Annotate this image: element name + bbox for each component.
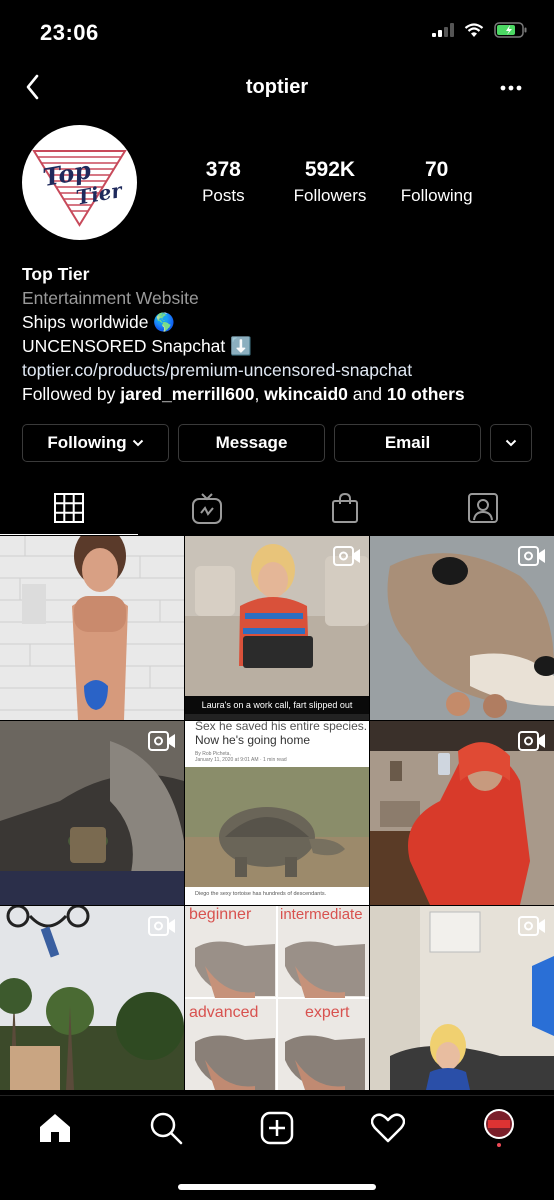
shop-icon: [332, 492, 358, 523]
bio-line-snapchat: UNCENSORED Snapchat ⬇️: [22, 336, 252, 356]
signal-icon: [432, 23, 454, 37]
nav-search[interactable]: [146, 1108, 186, 1148]
post-article-head: Sex he saved his entire species.: [195, 721, 368, 733]
post-thumbnail[interactable]: [370, 721, 554, 905]
post-thumbnail[interactable]: Laura's on a work call, fart slipped out: [185, 536, 369, 720]
stat-following[interactable]: 70 Following: [387, 158, 487, 206]
top-nav: toptier: [0, 64, 554, 114]
nav-activity[interactable]: [368, 1108, 408, 1148]
post-thumbnail[interactable]: [370, 906, 554, 1090]
followed-by-sep: ,: [254, 384, 265, 404]
stat-posts[interactable]: 378 Posts: [173, 158, 273, 206]
stat-posts-count: 378: [205, 158, 241, 181]
tab-shop[interactable]: [276, 480, 414, 536]
message-button[interactable]: Message: [178, 424, 325, 462]
stat-followers-count: 592K: [304, 158, 356, 181]
followed-by-user-1: jared_merrill600: [120, 384, 255, 404]
tab-igtv[interactable]: [138, 480, 276, 536]
stat-followers-label: Followers: [293, 186, 367, 205]
bio-link[interactable]: toptier.co/products/premium-uncensored-s…: [22, 358, 542, 382]
status-icons: [432, 22, 528, 38]
more-options-icon[interactable]: [498, 78, 524, 98]
bio-line-shipping: Ships worldwide 🌎: [22, 312, 176, 332]
status-bar: 23:06: [0, 0, 554, 64]
stat-following-label: Following: [400, 186, 473, 205]
followed-by-prefix: Followed by: [22, 384, 121, 404]
post-image: [185, 906, 369, 1090]
toptier-logo: Top Tier: [32, 150, 127, 227]
tagged-icon: [468, 493, 498, 523]
followed-by-and: and: [347, 384, 387, 404]
followed-by[interactable]: Followed by jared_merrill600, wkincaid0 …: [22, 382, 542, 406]
home-icon: [40, 1114, 70, 1142]
nav-profile[interactable]: [479, 1108, 519, 1148]
wifi-icon: [464, 22, 484, 37]
video-camera-icon: [518, 916, 545, 936]
igtv-icon: [192, 493, 222, 524]
post-thumbnail[interactable]: Sex he saved his entire species. Now he'…: [185, 721, 369, 905]
tab-grid[interactable]: [0, 480, 138, 536]
following-button-label: Following: [47, 433, 127, 452]
profile-bio: Top Tier Entertainment Website Ships wor…: [22, 262, 542, 406]
profile-avatar-icon: [484, 1109, 514, 1147]
post-image: [185, 767, 369, 887]
label-expert: expert: [305, 1004, 350, 1021]
label-advanced: advanced: [189, 1004, 259, 1021]
post-thumbnail[interactable]: [0, 906, 184, 1090]
profile-category: Entertainment Website: [22, 288, 199, 308]
post-grid: Laura's on a work call, fart slipped out: [0, 536, 554, 1091]
add-post-icon: [260, 1111, 294, 1145]
active-tab-indicator: [0, 533, 138, 535]
post-image: [0, 536, 184, 720]
nav-create[interactable]: [257, 1108, 297, 1148]
followed-by-user-2: wkincaid0: [264, 384, 348, 404]
profile-display-name: Top Tier: [22, 264, 90, 284]
heart-icon: [371, 1113, 405, 1143]
profile-tabs: [0, 480, 554, 536]
post-thumbnail[interactable]: [370, 536, 554, 720]
post-article-title: Now he's going home: [195, 733, 311, 747]
profile-avatar[interactable]: Top Tier: [22, 125, 137, 240]
tab-tagged[interactable]: [414, 480, 552, 536]
email-button-label: Email: [384, 433, 431, 452]
post-thumbnail[interactable]: [0, 536, 184, 720]
chevron-down-icon: [505, 439, 517, 447]
stat-following-count: 70: [424, 158, 449, 181]
stat-posts-label: Posts: [202, 186, 245, 205]
bottom-nav: [0, 1095, 554, 1200]
suggested-accounts-button[interactable]: [490, 424, 532, 462]
video-camera-icon: [148, 916, 175, 936]
status-time: 23:06: [40, 20, 99, 45]
battery-icon: [494, 22, 527, 38]
message-button-label: Message: [215, 433, 288, 452]
post-article-date: January 11, 2020 at 9:01 AM · 1 min read: [195, 757, 287, 763]
email-button[interactable]: Email: [334, 424, 481, 462]
profile-stats: 378 Posts 592K Followers 70 Following: [170, 158, 490, 206]
post-article-caption: Diego the sexy tortoise has hundreds of …: [195, 891, 327, 897]
post-thumbnail[interactable]: [0, 721, 184, 905]
profile-username: toptier: [245, 76, 309, 98]
post-thumbnail[interactable]: beginner intermediate advanced expert: [185, 906, 369, 1090]
following-button[interactable]: Following: [22, 424, 169, 462]
video-camera-icon: [333, 546, 360, 566]
chevron-down-icon: [132, 439, 143, 447]
label-beginner: beginner: [189, 906, 252, 923]
video-camera-icon: [148, 731, 175, 751]
video-camera-icon: [518, 731, 545, 751]
profile-actions: Following Message Email: [22, 424, 532, 462]
video-camera-icon: [518, 546, 545, 566]
home-indicator: [178, 1184, 376, 1190]
search-icon: [150, 1112, 183, 1145]
stat-followers[interactable]: 592K Followers: [280, 158, 380, 206]
nav-home[interactable]: [35, 1108, 75, 1148]
grid-icon: [54, 493, 84, 523]
label-intermediate: intermediate: [280, 906, 363, 923]
post-caption: Laura's on a work call, fart slipped out: [185, 696, 369, 714]
followed-by-others: 10 others: [386, 384, 465, 404]
